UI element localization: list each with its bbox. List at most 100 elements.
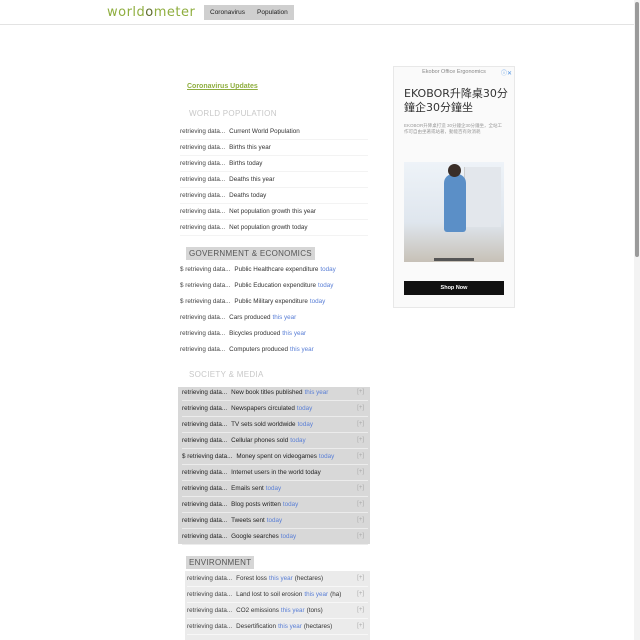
section-title-society: SOCIETY & MEDIA [189,370,264,379]
period-link[interactable]: today [320,266,335,273]
period-link[interactable]: this year [304,591,328,598]
counter-label: Current World Population [229,127,300,135]
coronavirus-updates-link[interactable]: Coronavirus Updates [187,83,258,90]
counter-label: Internet users in the world today [231,468,321,476]
counter-label: Deaths this year [229,175,275,183]
society-row: retrieving data... Internet users in the … [182,464,368,481]
ad-advertiser[interactable]: Ekobor Office Ergonomics [394,69,514,75]
counter-label: CO2 emissions [236,606,279,614]
counter-label: Blog posts written [231,500,281,508]
counter-label: Births this year [229,143,271,151]
counter-label: Cellular phones sold [231,436,289,444]
counter-label: Emails sent [231,484,264,492]
period-link[interactable]: this year [281,607,305,614]
government-row: retrieving data... Bicycles produced this … [180,325,370,341]
counter-label: Net population growth this year [229,207,316,215]
expand-icon[interactable]: [+] [357,421,364,427]
environment-row: retrieving data... Forest loss this year (h… [187,570,368,587]
advertisement[interactable]: ⓘ✕ Ekobor Office Ergonomics EKOBOR升降桌30分… [393,66,515,308]
counter-value: $ retrieving data... [182,452,233,460]
counter-label: Net population growth today [229,223,308,231]
ad-image-head [448,164,461,177]
period-link[interactable]: today [290,437,305,444]
counter-label: Bicycles produced [229,329,281,337]
counter-label: Public Military expenditure [234,297,308,305]
counter-value: retrieving data... [180,223,226,231]
ad-image-chair [434,224,474,261]
counter-label: New book titles published [231,388,303,396]
section-title-government: GOVERNMENT & ECONOMICS [186,247,315,260]
population-row: retrieving data... Current World Populati… [180,123,368,140]
society-row: retrieving data... Blog posts written toda… [182,496,368,513]
nav-population[interactable]: Population [251,9,294,16]
expand-icon[interactable]: [+] [357,485,364,491]
counter-label: Births today [229,159,263,167]
period-link[interactable]: today [266,485,281,492]
period-link[interactable]: today [310,298,325,305]
page-scrollbar[interactable] [634,0,640,640]
period-link[interactable]: today [298,421,313,428]
expand-icon[interactable]: [+] [357,517,364,523]
scrollbar-thumb[interactable] [635,2,639,257]
government-row: retrieving data... Computers produced this… [180,341,370,357]
society-row: retrieving data... Cellular phones sold to… [182,432,368,449]
expand-icon[interactable]: [+] [357,533,364,539]
period-link[interactable]: today [319,453,334,460]
counter-value: retrieving data... [180,191,226,199]
period-link[interactable]: today [283,501,298,508]
period-link[interactable]: this year [290,346,314,353]
society-row: retrieving data... Tweets sent today [+] [182,512,368,529]
counter-value: retrieving data... [182,484,228,492]
logo-text-right: meter [153,5,196,20]
counter-value: retrieving data... [180,143,226,151]
expand-icon[interactable]: [+] [357,453,364,459]
period-link[interactable]: today [267,517,282,524]
counter-value: retrieving data... [187,622,233,630]
period-link[interactable]: today [297,405,312,412]
counter-label: Computers produced [229,345,288,353]
period-link[interactable]: this year [269,575,293,582]
unit-suffix: (hectares) [294,574,324,582]
counter-value: retrieving data... [180,207,226,215]
section-title-population: WORLD POPULATION [189,109,277,118]
expand-icon[interactable]: [+] [357,469,364,475]
expand-icon[interactable]: [+] [357,405,364,411]
counter-value: retrieving data... [182,388,228,396]
unit-suffix: (hectares) [303,622,333,630]
expand-icon[interactable]: [+] [357,501,364,507]
counter-value: retrieving data... [182,436,228,444]
period-link[interactable]: this year [272,314,296,321]
section-title-environment: ENVIRONMENT [186,556,255,569]
counter-label: Forest loss [236,574,267,582]
expand-icon[interactable]: [+] [357,575,364,581]
expand-icon[interactable]: [+] [357,389,364,395]
society-row: retrieving data... Google searches today [+… [182,528,368,545]
counter-label: Deaths today [229,191,267,199]
ad-image-shelf [464,167,501,227]
counter-value: retrieving data... [182,516,228,524]
expand-icon[interactable]: [+] [357,591,364,597]
ad-description: EKOBOR升降桌打造 30分鐘企30分鐘坐，全站工作可自由坐著或站著，動能百有… [404,123,503,134]
counter-value: $ retrieving data... [180,265,231,273]
period-link[interactable]: this year [305,389,329,396]
period-link[interactable]: today [281,533,296,540]
worldometer-logo[interactable]: worldometer [107,5,195,20]
period-link[interactable]: this year [278,623,302,630]
ad-title[interactable]: EKOBOR升降桌30分鐘企30分鐘坐 [404,87,508,115]
ad-image[interactable] [404,162,504,262]
top-navigation-bar: worldometer Coronavirus Population [0,0,634,25]
counter-label: TV sets sold worldwide [231,420,296,428]
expand-icon[interactable]: [+] [357,623,364,629]
ad-shop-now-button[interactable]: Shop Now [404,281,504,295]
counter-value: $ retrieving data... [180,297,231,305]
counter-value: retrieving data... [182,420,228,428]
period-link[interactable]: this year [282,330,306,337]
nav-coronavirus[interactable]: Coronavirus [204,9,251,16]
period-link[interactable]: today [318,282,333,289]
expand-icon[interactable]: [+] [357,607,364,613]
society-row: retrieving data... New book titles publis… [182,384,368,401]
ad-close-icon[interactable]: ⓘ✕ [501,68,512,77]
counter-label: Land lost to soil erosion [236,590,303,598]
counter-value: retrieving data... [187,574,233,582]
expand-icon[interactable]: [+] [357,437,364,443]
